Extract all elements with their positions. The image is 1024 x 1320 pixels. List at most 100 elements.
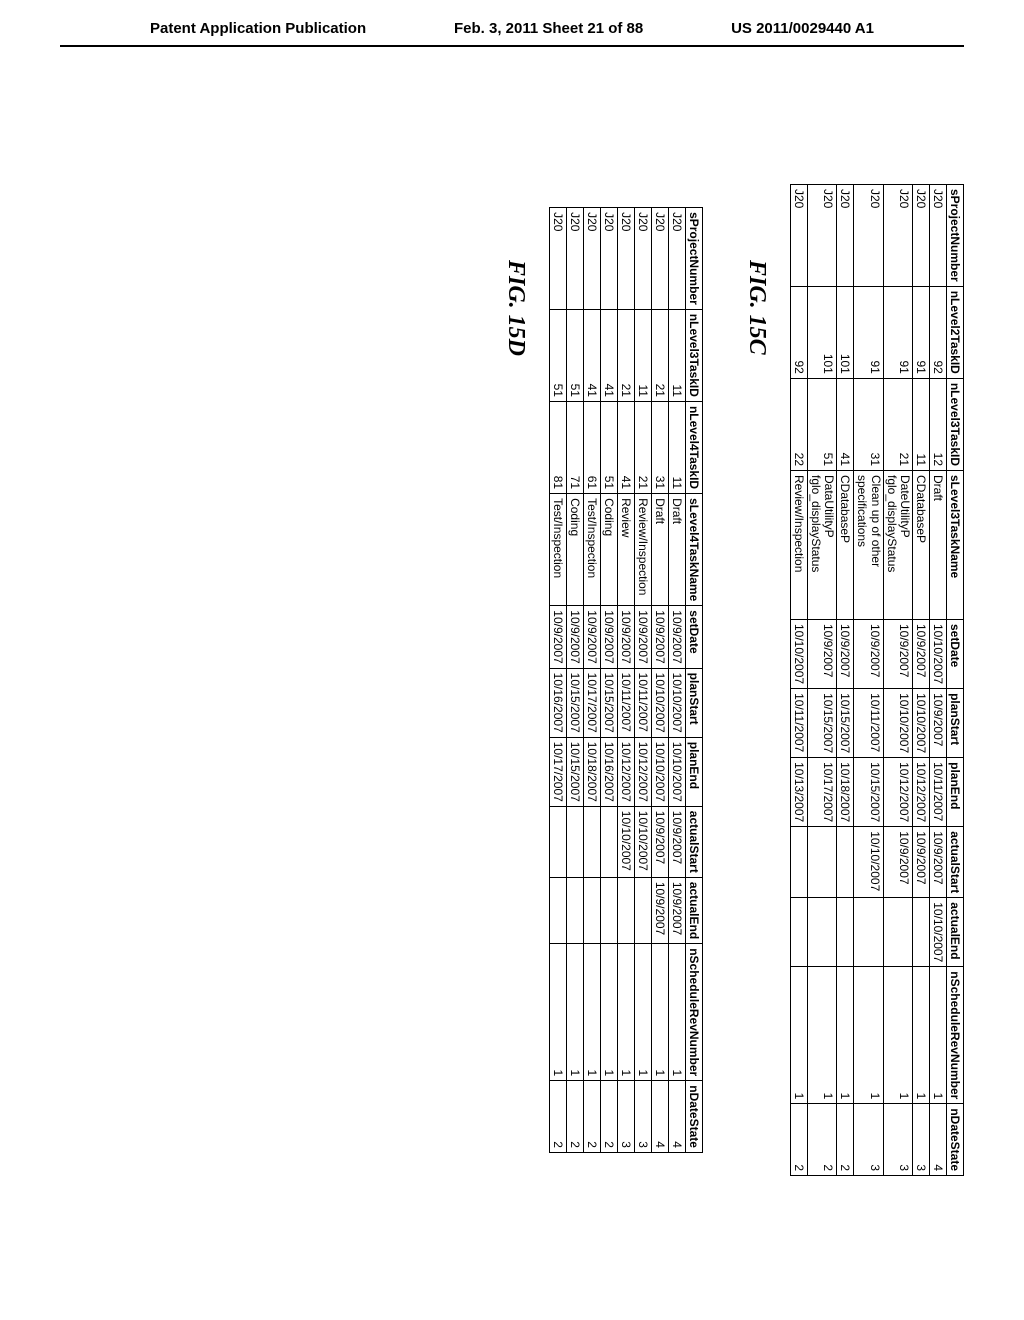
table-cell: 1 [634, 944, 651, 1081]
col-nLevel4TaskID: nLevel4TaskID [685, 401, 702, 493]
table-cell: 10/11/2007 [930, 758, 947, 827]
table-cell [617, 877, 634, 943]
table-cell: J20 [790, 184, 807, 286]
col-planStart: planStart [947, 689, 964, 758]
table-cell [807, 827, 836, 898]
table-cell: 10/10/2007 [790, 620, 807, 689]
table-cell [634, 877, 651, 943]
col-sLevel3TaskName: sLevel3TaskName [947, 471, 964, 620]
table-cell: CDatabaseP [837, 471, 854, 620]
table-cell: 12 [930, 378, 947, 470]
table-cell: 10/9/2007 [668, 606, 685, 668]
table-cell: 10/9/2007 [807, 620, 836, 689]
table-cell [566, 806, 583, 877]
table-cell [854, 898, 883, 967]
page-header: Patent Application Publication Feb. 3, 2… [60, 0, 964, 47]
table-cell: 10/11/2007 [634, 668, 651, 737]
table-cell: 10/9/2007 [651, 606, 668, 668]
table-cell: 10/10/2007 [930, 620, 947, 689]
table-row: J202131Draft10/9/200710/10/200710/10/200… [651, 208, 668, 1153]
table-cell: 10/18/2007 [837, 758, 854, 827]
table-cell: 10/16/2007 [549, 668, 566, 737]
table-cell: 1 [566, 944, 583, 1081]
table-cell: 31 [651, 401, 668, 493]
table-cell: 10/9/2007 [651, 877, 668, 943]
table-cell: 10/11/2007 [617, 668, 634, 737]
table-cell: 10/9/2007 [566, 606, 583, 668]
col-actualEnd: actualEnd [685, 877, 702, 943]
table-cell: 10/15/2007 [837, 689, 854, 758]
col-setDate: setDate [947, 620, 964, 689]
table-cell: 10/15/2007 [566, 737, 583, 806]
table-cell: 2 [566, 1081, 583, 1153]
table-cell: 10/10/2007 [913, 689, 930, 758]
table-cell: 71 [566, 401, 583, 493]
header-left: Patent Application Publication [150, 20, 366, 37]
table-cell: J20 [617, 208, 634, 310]
table-cell: J20 [583, 208, 600, 310]
table-cell: Test/Inspection [549, 494, 566, 606]
table-cell: 10/9/2007 [617, 606, 634, 668]
table-cell [549, 806, 566, 877]
table-cell [837, 898, 854, 967]
table-row: J209121DateUtilityPfglo_displayStatus10/… [883, 184, 912, 1175]
col-planStart: planStart [685, 668, 702, 737]
table-cell: 41 [600, 309, 617, 401]
table-cell: 3 [634, 1081, 651, 1153]
table-cell: 1 [668, 944, 685, 1081]
table-cell: 11 [913, 378, 930, 470]
fig-15d-table: sProjectNumber nLevel3TaskID nLevel4Task… [549, 207, 703, 1153]
table-cell: 2 [837, 1104, 854, 1176]
table-cell: 2 [807, 1104, 836, 1176]
table-cell: 41 [617, 401, 634, 493]
table-cell [837, 827, 854, 898]
table-cell: 41 [837, 378, 854, 470]
table-cell: Review [617, 494, 634, 606]
table-cell: 1 [583, 944, 600, 1081]
col-sProjectNumber: sProjectNumber [947, 184, 964, 286]
table-cell [790, 898, 807, 967]
table-cell: 92 [930, 286, 947, 378]
table-cell [583, 877, 600, 943]
table-cell: 51 [807, 378, 836, 470]
col-nLevel3TaskID: nLevel3TaskID [947, 378, 964, 470]
table-cell: DataUtilityPfglo_displayStatus [807, 471, 836, 620]
table-cell: Coding [566, 494, 583, 606]
table-cell: J20 [913, 184, 930, 286]
col-sProjectNumber: sProjectNumber [685, 208, 702, 310]
table-cell: 10/16/2007 [600, 737, 617, 806]
table-cell: J20 [600, 208, 617, 310]
table-cell: 11 [668, 401, 685, 493]
table-cell: DateUtilityPfglo_displayStatus [883, 471, 912, 620]
table-cell: Review/Inspection [634, 494, 651, 606]
table-cell: Draft [930, 471, 947, 620]
table-cell [790, 827, 807, 898]
table-cell: 51 [600, 401, 617, 493]
table-row: J205171Coding10/9/200710/15/200710/15/20… [566, 208, 583, 1153]
table-cell: 1 [651, 944, 668, 1081]
table-cell: 10/12/2007 [883, 758, 912, 827]
table-cell: 10/17/2007 [583, 668, 600, 737]
table-cell: 22 [790, 378, 807, 470]
table-cell: 1 [837, 967, 854, 1104]
table-row: J204161Test/Inspection10/9/200710/17/200… [583, 208, 600, 1153]
table-cell: 10/17/2007 [807, 758, 836, 827]
col-planEnd: planEnd [685, 737, 702, 806]
table-cell [913, 898, 930, 967]
table-cell: 10/10/2007 [930, 898, 947, 967]
fig-15d-label: FIG. 15D [502, 80, 529, 356]
table-row: J209111CDatabaseP10/9/200710/10/200710/1… [913, 184, 930, 1175]
table-cell: J20 [566, 208, 583, 310]
table-cell: 1 [883, 967, 912, 1104]
table-cell: 10/11/2007 [854, 689, 883, 758]
table-cell: 11 [634, 309, 651, 401]
table-cell: 10/10/2007 [651, 668, 668, 737]
table-cell: 2 [583, 1081, 600, 1153]
table-cell: 51 [549, 309, 566, 401]
table-cell: Review/Inspection [790, 471, 807, 620]
table-cell: 10/9/2007 [600, 606, 617, 668]
table-row: J204151Coding10/9/200710/15/200710/16/20… [600, 208, 617, 1153]
col-nScheduleRevNumber: nScheduleRevNumber [685, 944, 702, 1081]
col-actualStart: actualStart [947, 827, 964, 898]
table-cell: 10/9/2007 [668, 806, 685, 877]
